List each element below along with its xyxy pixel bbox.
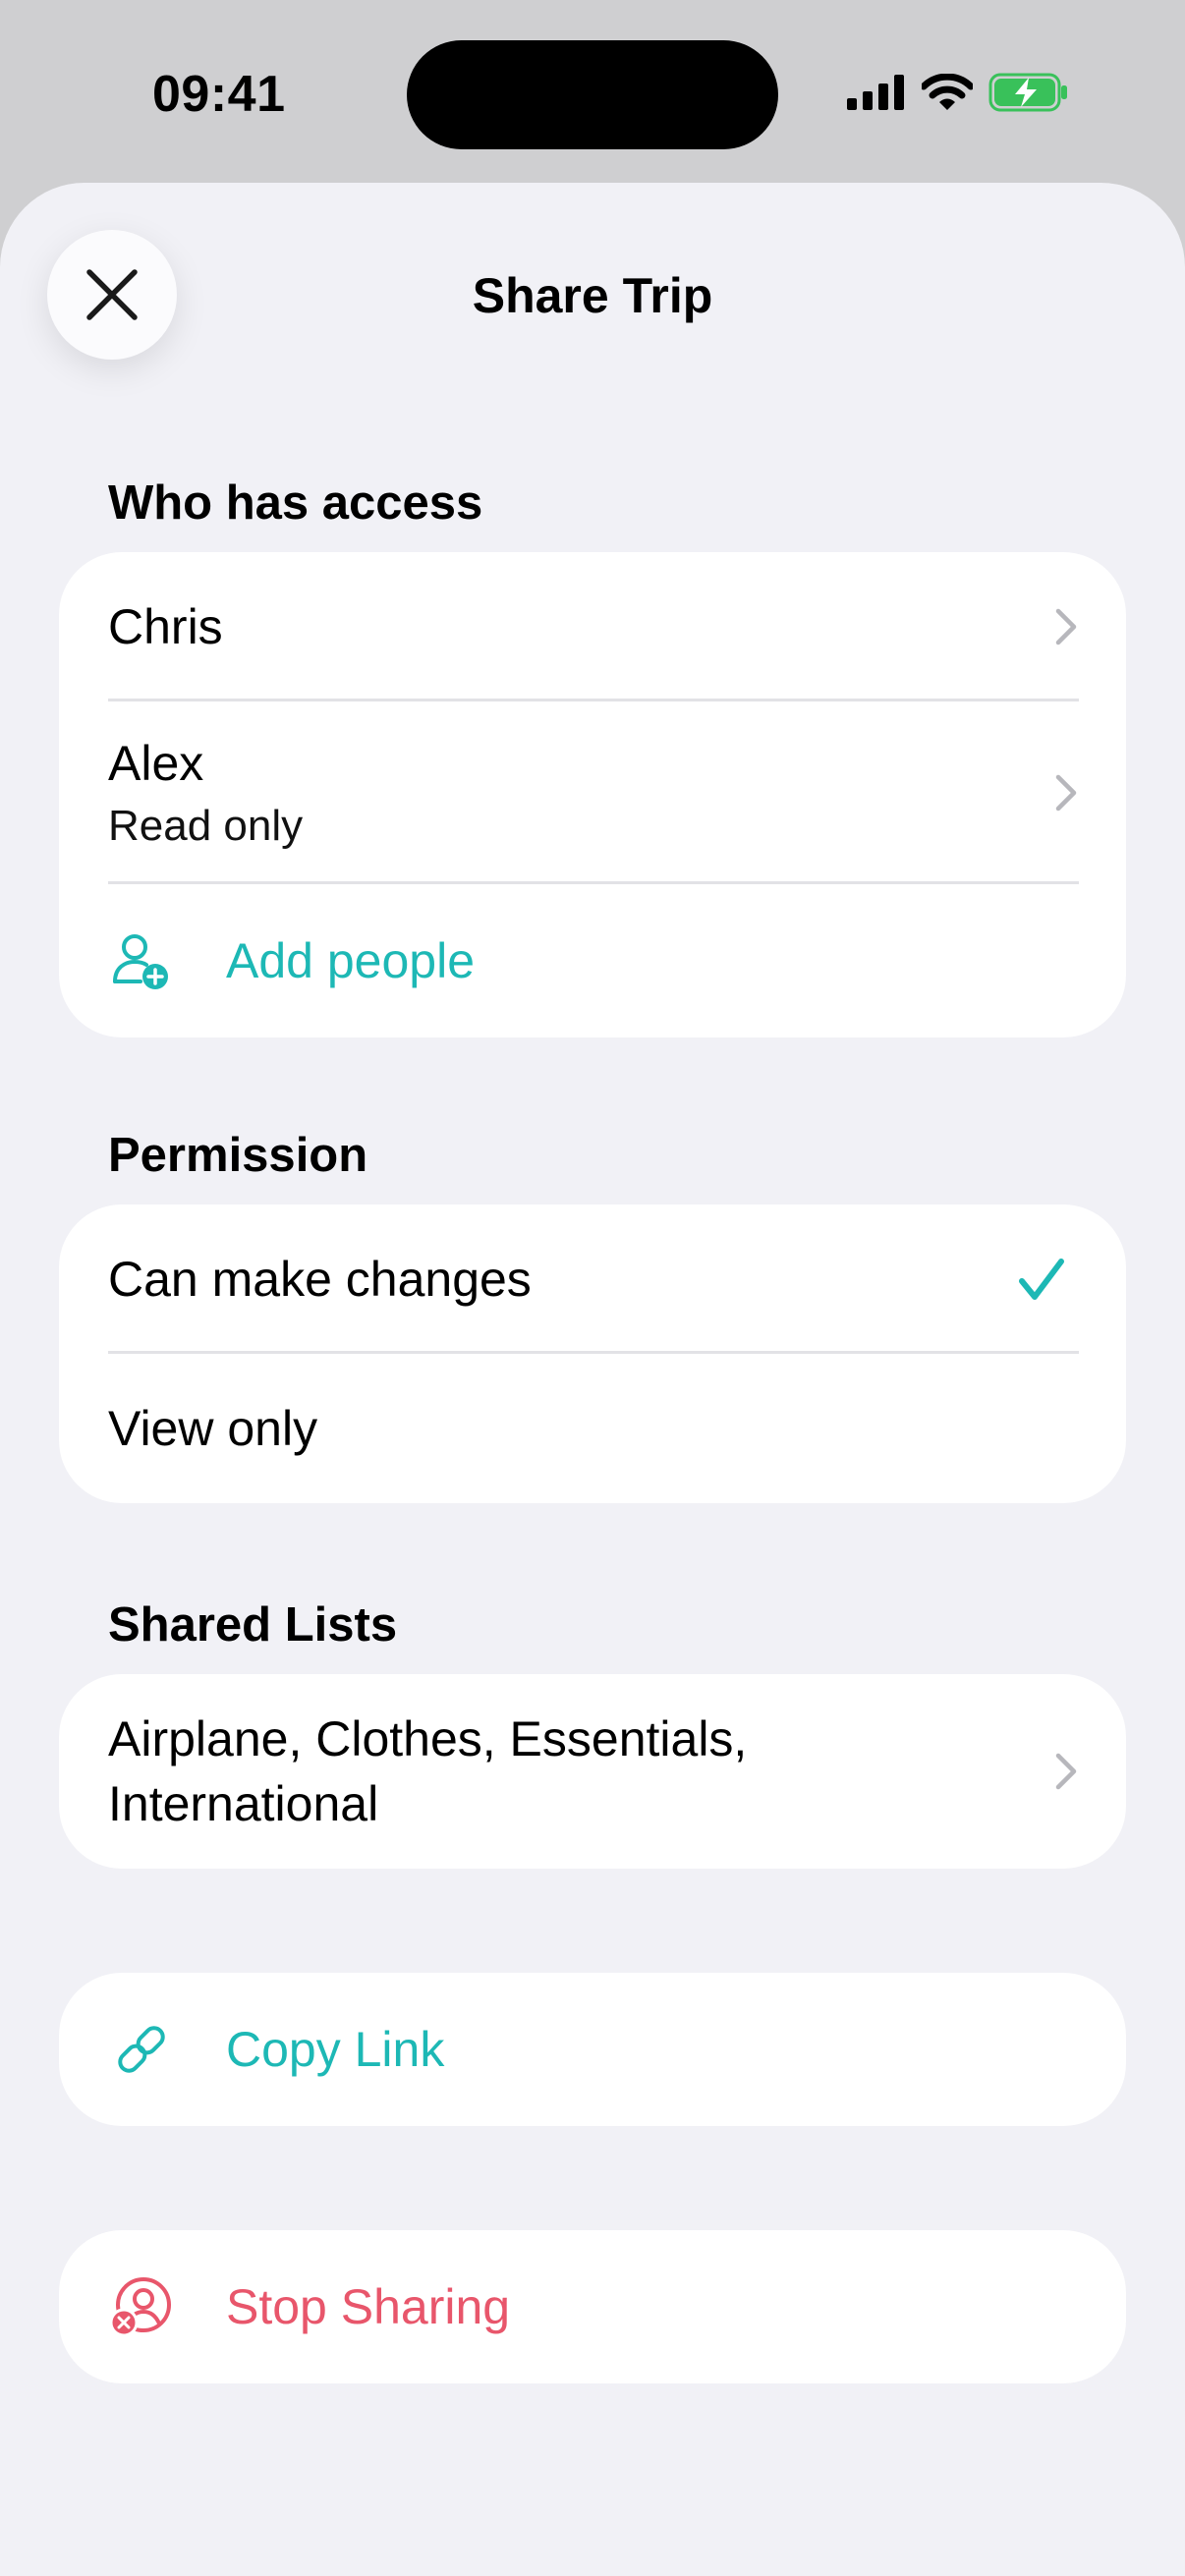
shared-lists-row[interactable]: Airplane, Clothes, Essentials, Internati… (59, 1674, 1126, 1869)
person-name: Alex (108, 736, 204, 791)
chevron-right-icon (1055, 608, 1077, 645)
chevron-right-icon (1055, 774, 1077, 812)
permission-option-can-make-changes[interactable]: Can make changes (59, 1204, 1126, 1354)
shared-lists-line-2: International (108, 1776, 379, 1831)
add-people-label: Add people (226, 933, 476, 988)
copy-link-button[interactable]: Copy Link (59, 1973, 1126, 2126)
permission-option-view-only[interactable]: View only (59, 1354, 1126, 1503)
permission-section-header: Permission (108, 1129, 368, 1182)
status-bar: 09:41 (0, 0, 1185, 187)
share-trip-sheet: Share Trip Who has access Chris Alex Rea… (0, 183, 1185, 2576)
person-row-alex[interactable]: Alex Read only (59, 701, 1126, 884)
permission-card: Can make changes View only (59, 1204, 1126, 1503)
divider (108, 881, 1079, 884)
dynamic-island (407, 40, 778, 149)
shared-lists-card: Airplane, Clothes, Essentials, Internati… (59, 1674, 1126, 1869)
copy-link-card: Copy Link (59, 1973, 1126, 2126)
person-name: Chris (108, 599, 223, 654)
copy-link-label: Copy Link (226, 2022, 445, 2077)
cellular-signal-icon (847, 75, 904, 110)
add-person-icon (110, 929, 173, 992)
stop-sharing-icon (110, 2275, 173, 2338)
stop-sharing-button[interactable]: Stop Sharing (59, 2230, 1126, 2383)
status-icons (847, 71, 1069, 114)
stop-sharing-label: Stop Sharing (226, 2279, 511, 2334)
link-icon (110, 2018, 173, 2081)
shared-lists-line-1: Airplane, Clothes, Essentials, (108, 1711, 748, 1766)
sheet-title: Share Trip (472, 268, 713, 323)
wifi-icon (922, 74, 973, 110)
checkmark-icon (1019, 1259, 1064, 1300)
permission-option-label: Can make changes (108, 1252, 532, 1307)
battery-charging-icon (988, 73, 1067, 112)
status-time: 09:41 (152, 66, 286, 123)
access-section-header: Who has access (108, 476, 483, 530)
stop-sharing-card: Stop Sharing (59, 2230, 1126, 2383)
access-card: Chris Alex Read only Add people (59, 552, 1126, 1037)
permission-option-label: View only (108, 1401, 318, 1456)
add-people-button[interactable]: Add people (59, 884, 1126, 1037)
chevron-right-icon (1055, 1753, 1077, 1790)
person-row-chris[interactable]: Chris (59, 552, 1126, 701)
shared-lists-section-header: Shared Lists (108, 1598, 398, 1652)
person-role: Read only (108, 802, 304, 850)
